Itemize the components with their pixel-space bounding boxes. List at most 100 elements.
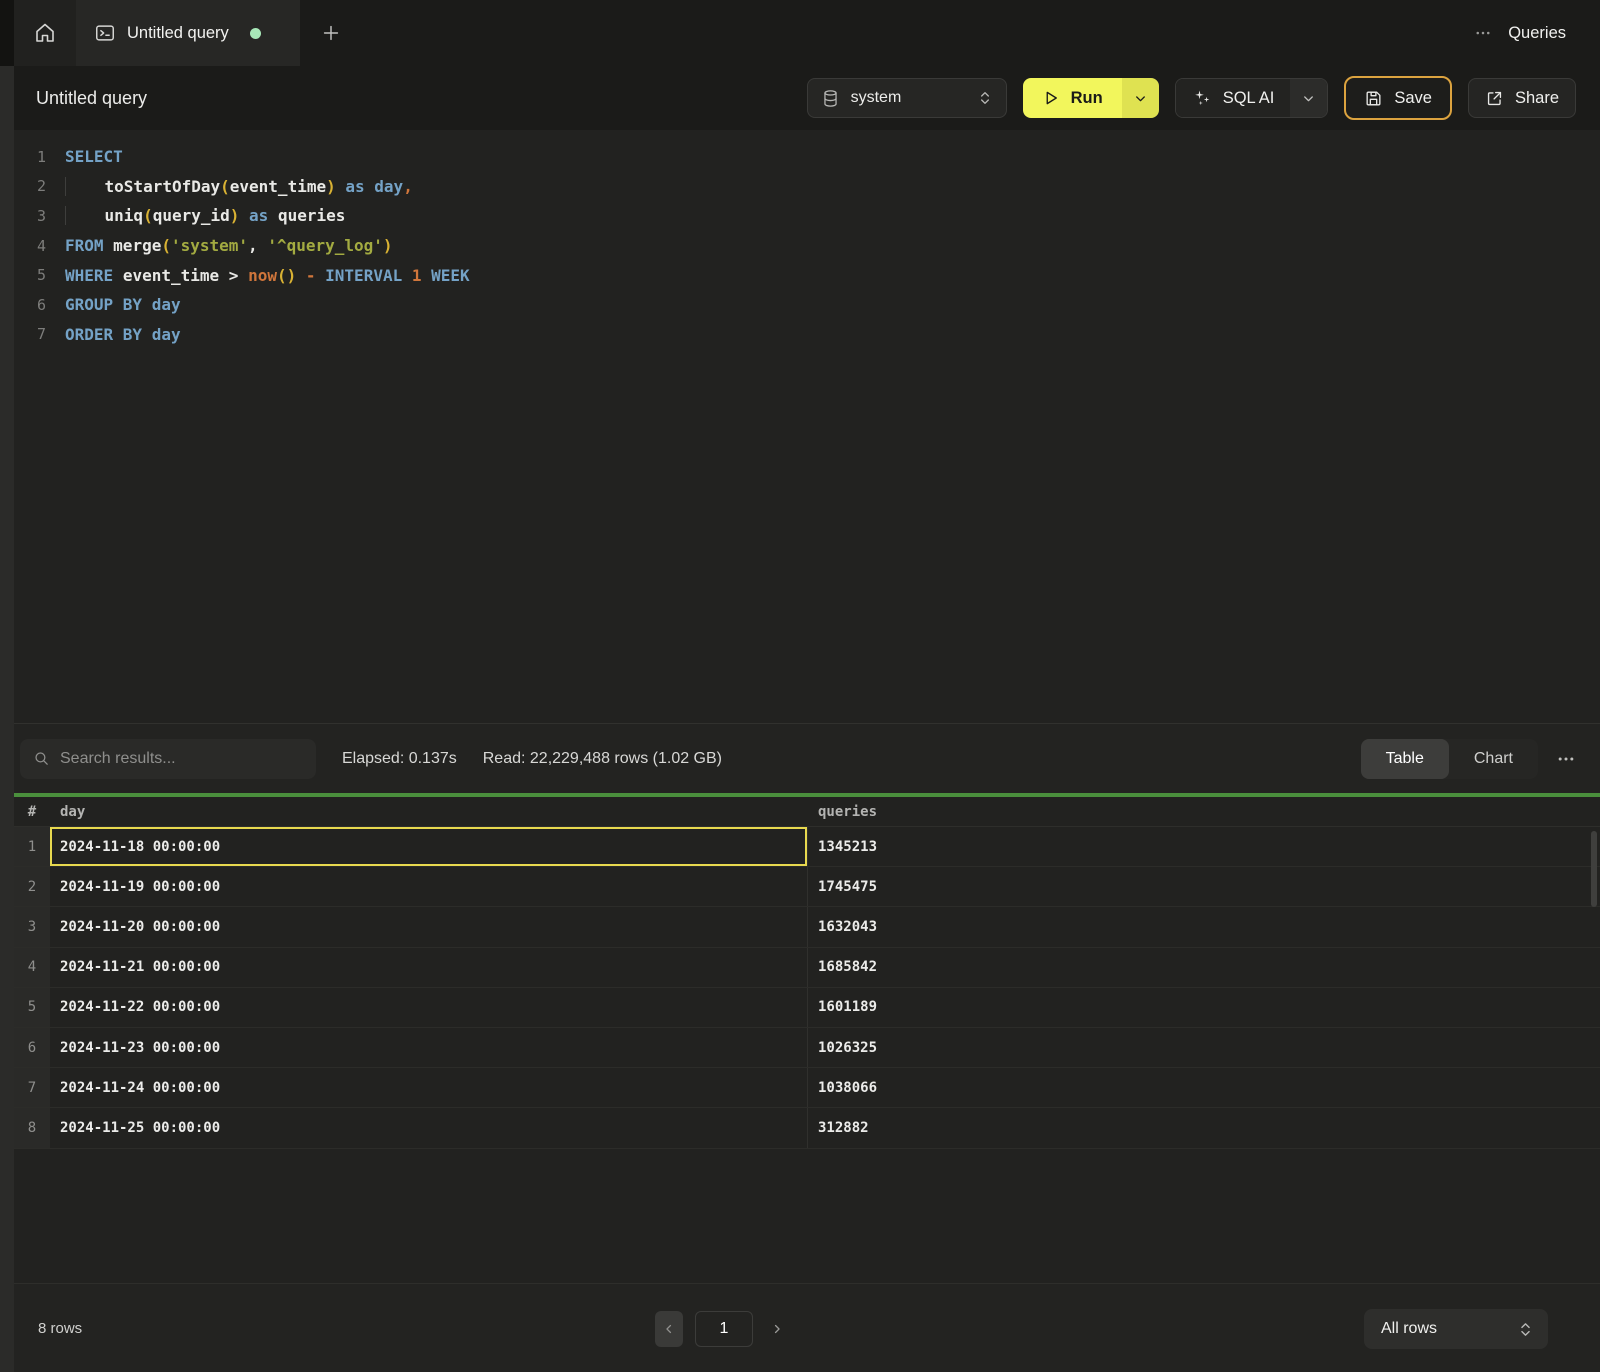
sql-token-plain — [142, 325, 152, 344]
elapsed-stat: Elapsed: 0.137s — [342, 750, 457, 768]
sql-token-plain — [258, 236, 268, 255]
sql-token-fn: uniq — [105, 206, 144, 225]
queries-cell[interactable]: 1685842 — [808, 948, 1600, 987]
results-empty-area — [14, 1149, 1600, 1283]
code-text: FROM merge('system', '^query_log') — [65, 236, 393, 255]
sql-token-kw: INTERVAL — [325, 266, 402, 285]
column-header-queries[interactable]: queries — [808, 804, 1600, 820]
left-rail — [0, 66, 14, 1372]
row-number-cell: 6 — [14, 1028, 50, 1067]
sql-token-id: > — [229, 266, 239, 285]
day-cell[interactable]: 2024-11-18 00:00:00 — [50, 827, 808, 866]
sql-token-guide — [65, 177, 105, 196]
sql-editor[interactable]: 1SELECT2 toStartOfDay(event_time) as day… — [0, 130, 1600, 723]
code-text: SELECT — [65, 147, 123, 166]
chevron-down-icon — [1301, 91, 1316, 106]
save-icon — [1364, 89, 1383, 108]
table-row: 62024-11-23 00:00:001026325 — [14, 1028, 1600, 1068]
more-options-icon[interactable] — [1474, 24, 1492, 42]
sql-token-plain — [316, 266, 326, 285]
query-toolbar: Untitled query system — [0, 66, 1600, 130]
sql-token-kw: as — [249, 206, 268, 225]
sql-ai-button-label: SQL AI — [1223, 89, 1275, 108]
share-button[interactable]: Share — [1468, 78, 1576, 118]
queries-cell[interactable]: 1601189 — [808, 988, 1600, 1027]
queries-cell[interactable]: 1632043 — [808, 907, 1600, 946]
current-page-button[interactable]: 1 — [695, 1311, 753, 1347]
page-size-select[interactable]: All rows — [1364, 1309, 1548, 1349]
results-table: # day queries 12024-11-18 00:00:00134521… — [14, 797, 1600, 1149]
tab-table-view[interactable]: Table — [1361, 739, 1449, 779]
search-icon — [33, 750, 50, 767]
code-line[interactable]: 2 toStartOfDay(event_time) as day, — [14, 172, 1600, 202]
day-cell[interactable]: 2024-11-19 00:00:00 — [50, 867, 808, 906]
day-cell[interactable]: 2024-11-20 00:00:00 — [50, 907, 808, 946]
results-toolbar: Elapsed: 0.137s Read: 22,229,488 rows (1… — [0, 723, 1600, 793]
sql-token-id: queries — [278, 206, 345, 225]
queries-cell[interactable]: 1026325 — [808, 1028, 1600, 1067]
code-line[interactable]: 7 ORDER BY day — [14, 320, 1600, 350]
sql-token-num: , — [403, 177, 413, 196]
run-options-button[interactable] — [1122, 78, 1159, 118]
sql-token-kw: WEEK — [431, 266, 470, 285]
sql-token-plain — [296, 266, 306, 285]
code-text: toStartOfDay(event_time) as day, — [65, 177, 413, 196]
run-button[interactable]: Run — [1023, 78, 1122, 118]
tab-untitled-query[interactable]: Untitled query — [76, 0, 300, 66]
queries-cell[interactable]: 312882 — [808, 1108, 1600, 1147]
line-number: 5 — [14, 266, 46, 284]
code-line[interactable]: 5WHERE event_time > now() - INTERVAL 1 W… — [14, 260, 1600, 290]
sql-token-plain — [104, 236, 114, 255]
code-line[interactable]: 1SELECT — [14, 142, 1600, 172]
table-body: 12024-11-18 00:00:00134521322024-11-19 0… — [14, 827, 1600, 1149]
home-button[interactable] — [14, 0, 76, 66]
sql-token-br: ) — [326, 177, 336, 196]
queries-link[interactable]: Queries — [1508, 24, 1566, 43]
day-cell[interactable]: 2024-11-23 00:00:00 — [50, 1028, 808, 1067]
sql-token-br: ( — [143, 206, 153, 225]
database-select[interactable]: system — [807, 78, 1007, 118]
results-more-options-icon[interactable] — [1556, 749, 1576, 769]
sql-token-guide — [65, 206, 105, 225]
code-line[interactable]: 3 uniq(query_id) as queries — [14, 201, 1600, 231]
queries-cell[interactable]: 1345213 — [808, 827, 1600, 866]
queries-cell[interactable]: 1745475 — [808, 867, 1600, 906]
code-line[interactable]: 6GROUP BY day — [14, 290, 1600, 320]
sql-token-kw: day — [152, 295, 181, 314]
code-text: uniq(query_id) as queries — [65, 206, 345, 225]
day-cell[interactable]: 2024-11-25 00:00:00 — [50, 1108, 808, 1147]
code-text: ORDER BY day — [65, 325, 181, 344]
table-row: 22024-11-19 00:00:001745475 — [14, 867, 1600, 907]
day-cell[interactable]: 2024-11-22 00:00:00 — [50, 988, 808, 1027]
sql-ai-button[interactable]: SQL AI — [1176, 79, 1291, 117]
tab-chart-view[interactable]: Chart — [1449, 739, 1538, 779]
sql-token-plain — [142, 295, 152, 314]
new-tab-button[interactable] — [300, 0, 362, 66]
search-results-input[interactable] — [60, 750, 303, 768]
database-select-value: system — [851, 89, 966, 107]
save-button[interactable]: Save — [1344, 76, 1452, 120]
column-header-day[interactable]: day — [50, 804, 808, 820]
next-page-button[interactable] — [763, 1311, 791, 1347]
code-line[interactable]: 4FROM merge('system', '^query_log') — [14, 231, 1600, 261]
line-number: 7 — [14, 325, 46, 343]
tab-bar: Untitled query Queries — [0, 0, 1600, 66]
sql-token-id: query_id — [153, 206, 230, 225]
share-button-label: Share — [1515, 89, 1559, 108]
vertical-scrollbar-thumb[interactable] — [1591, 831, 1597, 907]
day-cell[interactable]: 2024-11-24 00:00:00 — [50, 1068, 808, 1107]
sql-token-plain — [239, 206, 249, 225]
table-row: 42024-11-21 00:00:001685842 — [14, 948, 1600, 988]
sql-token-fn: toStartOfDay — [105, 177, 221, 196]
sql-token-br: ( — [161, 236, 171, 255]
table-row: 82024-11-25 00:00:00312882 — [14, 1108, 1600, 1148]
sql-ai-options-button[interactable] — [1290, 79, 1327, 117]
day-cell[interactable]: 2024-11-21 00:00:00 — [50, 948, 808, 987]
row-number-cell: 2 — [14, 867, 50, 906]
unsaved-indicator-dot — [250, 28, 261, 39]
queries-cell[interactable]: 1038066 — [808, 1068, 1600, 1107]
sql-ai-button-group: SQL AI — [1175, 78, 1329, 118]
previous-page-button[interactable] — [655, 1311, 683, 1347]
play-icon — [1042, 89, 1060, 107]
sql-token-str: 'system' — [171, 236, 248, 255]
